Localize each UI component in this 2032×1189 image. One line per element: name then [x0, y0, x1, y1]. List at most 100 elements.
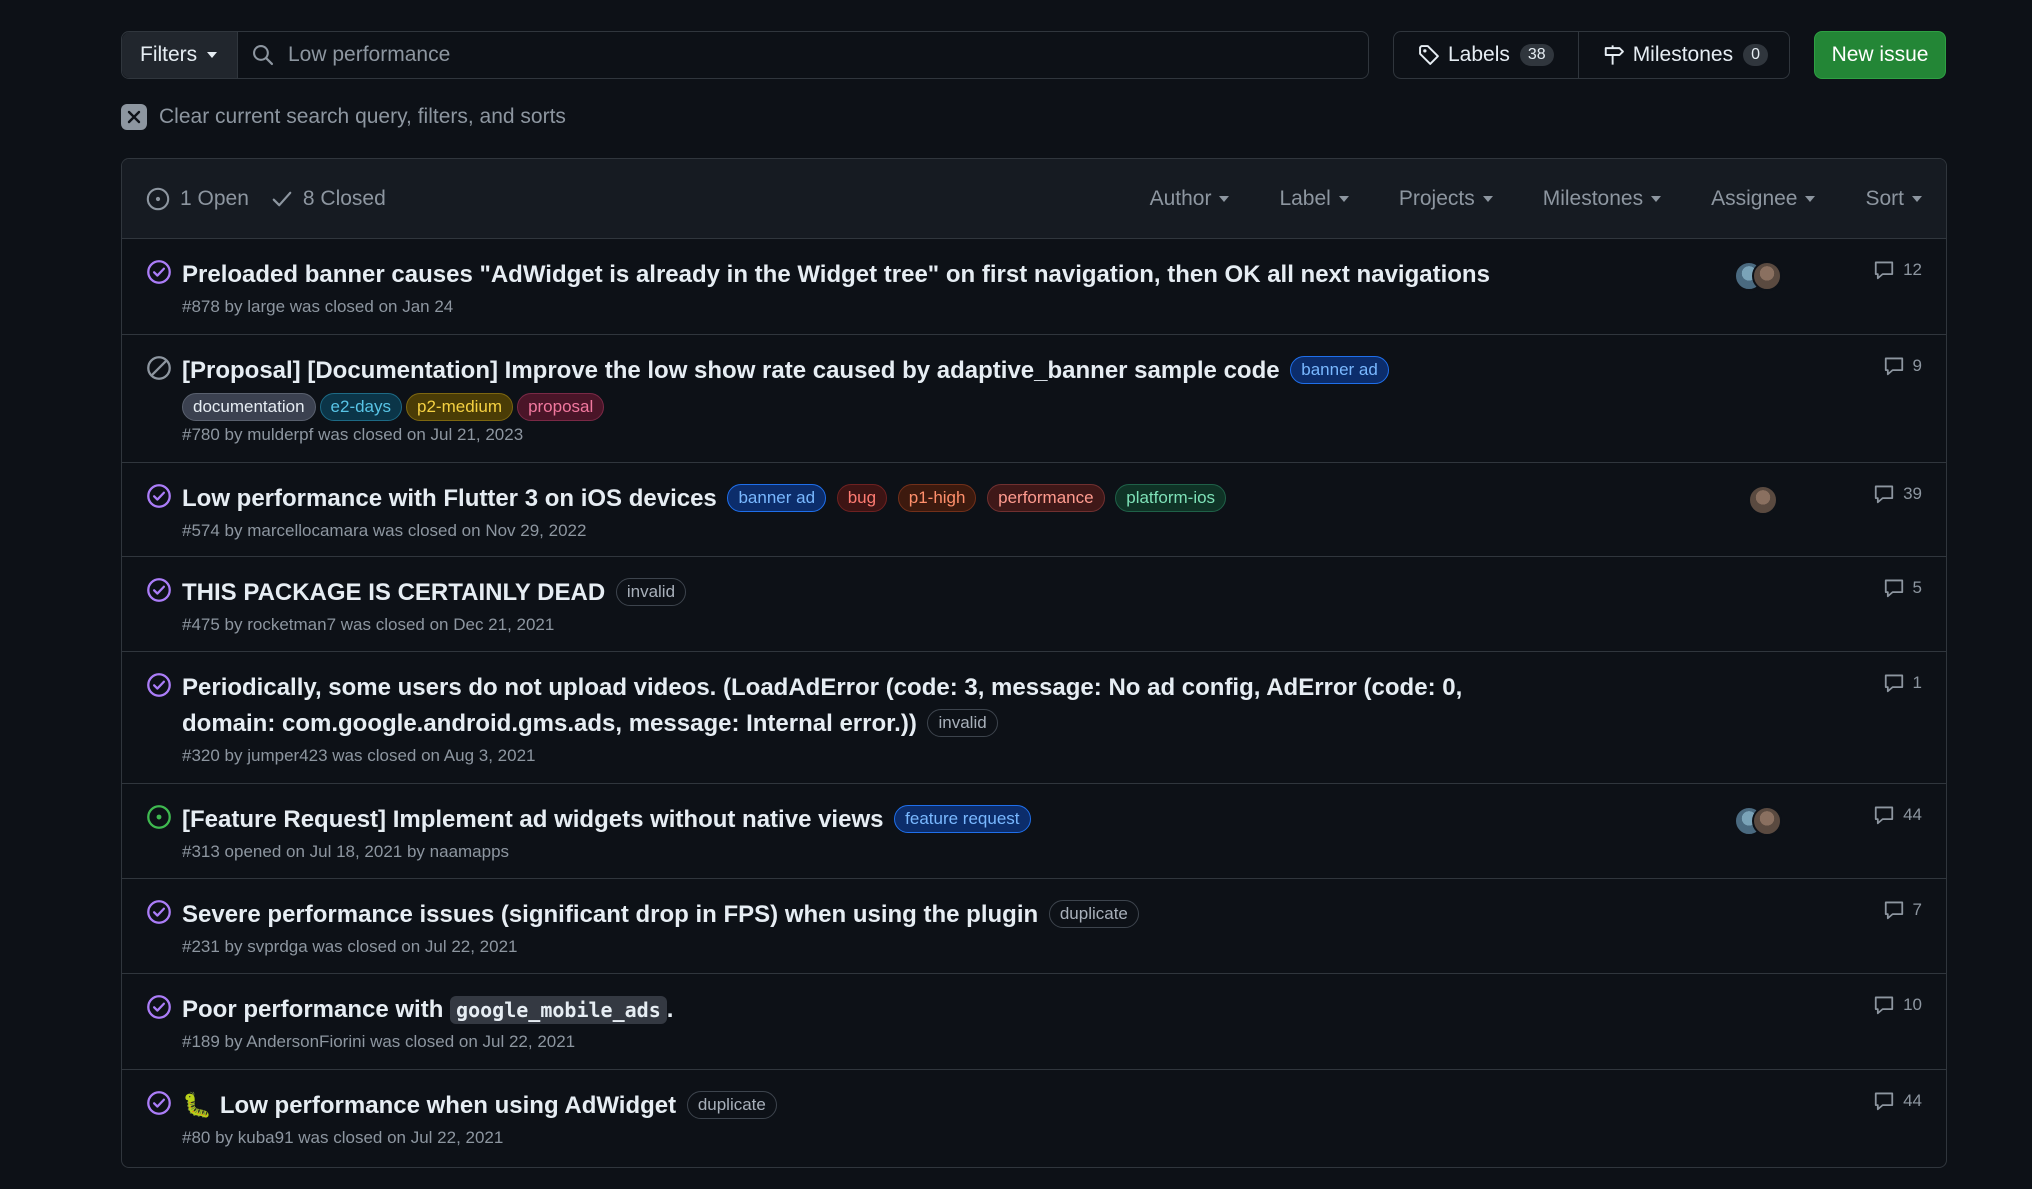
issue-meta: #780 by mulderpf was closed on Jul 21, 2…: [182, 425, 524, 444]
issue-main: Low performance with Flutter 3 on iOS de…: [182, 481, 1552, 541]
issue-labels: documentation e2-days p2-medium proposal: [182, 393, 1552, 421]
issue-title-link[interactable]: Poor performance with google_mobile_ads.: [182, 996, 673, 1024]
issue-label[interactable]: p2-medium: [406, 393, 514, 421]
milestones-button[interactable]: Milestones 0: [1577, 32, 1792, 78]
issue-row[interactable]: Low performance with Flutter 3 on iOS de…: [122, 463, 1946, 557]
comments-count: 44: [1903, 805, 1922, 824]
issue-row[interactable]: Severe performance issues (significant d…: [122, 879, 1946, 974]
comments-link[interactable]: 5: [1883, 577, 1922, 599]
issue-label[interactable]: proposal: [517, 393, 605, 421]
issue-row[interactable]: Poor performance with google_mobile_ads.…: [122, 974, 1946, 1070]
issue-label[interactable]: invalid: [615, 578, 687, 606]
issue-label[interactable]: bug: [836, 484, 888, 512]
comment-icon: [1884, 901, 1903, 920]
filters-button[interactable]: Filters: [122, 32, 238, 78]
clear-filters-link[interactable]: Clear current search query, filters, and…: [121, 104, 566, 130]
label-filter[interactable]: Label: [1279, 186, 1349, 211]
comment-icon: [1884, 579, 1903, 598]
comments-link[interactable]: 39: [1873, 483, 1922, 505]
issue-label[interactable]: duplicate: [1048, 900, 1139, 928]
comments-count: 5: [1912, 578, 1922, 597]
issue-row[interactable]: THIS PACKAGE IS CERTAINLY DEAD invalid #4…: [122, 557, 1946, 652]
issue-not-planned-icon: [147, 356, 171, 380]
tab-open[interactable]: 1 Open: [146, 187, 249, 211]
issue-meta: #231 by svprdga was closed on Jul 22, 20…: [182, 937, 518, 956]
issues-toolbar: Filters Labels 38 Milestones 0 New issue: [121, 31, 1946, 79]
search-field[interactable]: [238, 32, 1368, 78]
projects-filter[interactable]: Projects: [1399, 187, 1493, 211]
issue-closed-icon: [147, 673, 171, 697]
issue-label[interactable]: banner ad: [1290, 356, 1389, 384]
comments-link[interactable]: 9: [1883, 355, 1922, 377]
issue-open-icon: [146, 187, 170, 210]
comments-link[interactable]: 12: [1873, 259, 1922, 281]
comments-link[interactable]: 44: [1873, 804, 1922, 826]
comment-icon: [1874, 1092, 1894, 1111]
assignee-filter[interactable]: Assignee: [1711, 187, 1816, 211]
issue-label[interactable]: documentation: [182, 393, 316, 421]
issue-row[interactable]: [Feature Request] Implement ad widgets w…: [122, 784, 1946, 879]
issue-main: [Feature Request] Implement ad widgets w…: [182, 802, 1552, 862]
issue-main: [Proposal] [Documentation] Improve the l…: [182, 353, 1552, 445]
issue-main: 🐛 Low performance when using AdWidget dup…: [182, 1088, 1552, 1148]
comments-link[interactable]: 44: [1873, 1090, 1922, 1112]
bug-emoji-icon: 🐛: [182, 1092, 212, 1119]
chevron-down-icon: [1482, 195, 1493, 202]
comment-icon: [1874, 485, 1894, 504]
issue-title-link[interactable]: THIS PACKAGE IS CERTAINLY DEAD: [182, 579, 605, 606]
issue-title-link[interactable]: [Proposal] [Documentation] Improve the l…: [182, 357, 1280, 384]
comment-icon: [1874, 261, 1894, 280]
check-icon: [272, 191, 292, 206]
issue-label[interactable]: feature request: [894, 805, 1031, 833]
issue-title-link[interactable]: Severe performance issues (significant d…: [182, 901, 1038, 928]
tab-closed[interactable]: 8 Closed: [271, 187, 386, 211]
issue-label[interactable]: e2-days: [319, 393, 403, 421]
comment-icon: [1874, 806, 1894, 825]
issue-row[interactable]: [Proposal] [Documentation] Improve the l…: [122, 335, 1946, 463]
assignee-avatars[interactable]: [1734, 806, 1782, 836]
sort-filter-label: Sort: [1865, 186, 1904, 210]
author-filter[interactable]: Author: [1150, 187, 1230, 211]
issue-meta: #313 opened on Jul 18, 2021 by naamapps: [182, 842, 510, 861]
issue-title-line: 🐛 Low performance when using AdWidget dup…: [182, 1088, 1552, 1124]
sort-filter[interactable]: Sort: [1865, 187, 1922, 211]
close-icon: [121, 104, 147, 130]
issue-label[interactable]: banner ad: [727, 484, 827, 512]
issue-open-icon: [147, 805, 171, 829]
search-input[interactable]: [288, 32, 1368, 78]
issue-label[interactable]: invalid: [927, 709, 998, 737]
issue-label[interactable]: platform-ios: [1115, 484, 1227, 512]
issue-title-link[interactable]: Low performance with Flutter 3 on iOS de…: [182, 485, 717, 512]
issue-label[interactable]: duplicate: [686, 1091, 777, 1119]
issue-meta: #320 by jumper423 was closed on Aug 3, 2…: [182, 746, 536, 765]
issue-title-line: Periodically, some users do not upload v…: [182, 670, 1552, 742]
clear-filters-text: Clear current search query, filters, and…: [159, 105, 566, 128]
label-filter-label: Label: [1279, 186, 1331, 210]
issue-label[interactable]: p1-high: [897, 484, 977, 512]
issue-title-line: Severe performance issues (significant d…: [182, 897, 1552, 933]
comments-link[interactable]: 1: [1883, 672, 1922, 694]
milestone-icon: [1604, 45, 1624, 65]
issue-row[interactable]: Preloaded banner causes "AdWidget is alr…: [122, 239, 1946, 335]
comments-link[interactable]: 10: [1873, 994, 1922, 1016]
issue-label[interactable]: performance: [987, 484, 1105, 512]
assignee-avatars[interactable]: [1734, 261, 1782, 291]
issue-meta: #574 by marcellocamara was closed on Nov…: [182, 521, 587, 540]
new-issue-button[interactable]: New issue: [1814, 31, 1946, 79]
issue-title-link[interactable]: Low performance when using AdWidget: [220, 1092, 676, 1119]
issue-row[interactable]: Periodically, some users do not upload v…: [122, 652, 1946, 784]
issue-row[interactable]: 🐛 Low performance when using AdWidget dup…: [122, 1070, 1946, 1165]
issue-title-link[interactable]: [Feature Request] Implement ad widgets w…: [182, 806, 883, 833]
comments-link[interactable]: 7: [1883, 899, 1922, 921]
labels-button[interactable]: Labels 38: [1394, 32, 1578, 78]
issue-closed-icon: [147, 1091, 171, 1115]
issue-meta: #189 by AndersonFiorini was closed on Ju…: [182, 1032, 576, 1051]
issue-main: Severe performance issues (significant d…: [182, 897, 1552, 957]
search-icon: [253, 45, 274, 66]
issue-title-link[interactable]: Preloaded banner causes "AdWidget is alr…: [182, 261, 1490, 288]
assignee-avatars[interactable]: [1748, 485, 1778, 515]
milestones-filter[interactable]: Milestones: [1543, 187, 1662, 211]
issue-title-link[interactable]: Periodically, some users do not upload v…: [182, 674, 1462, 737]
tag-icon: [1419, 45, 1439, 65]
milestones-count: 0: [1743, 44, 1768, 66]
